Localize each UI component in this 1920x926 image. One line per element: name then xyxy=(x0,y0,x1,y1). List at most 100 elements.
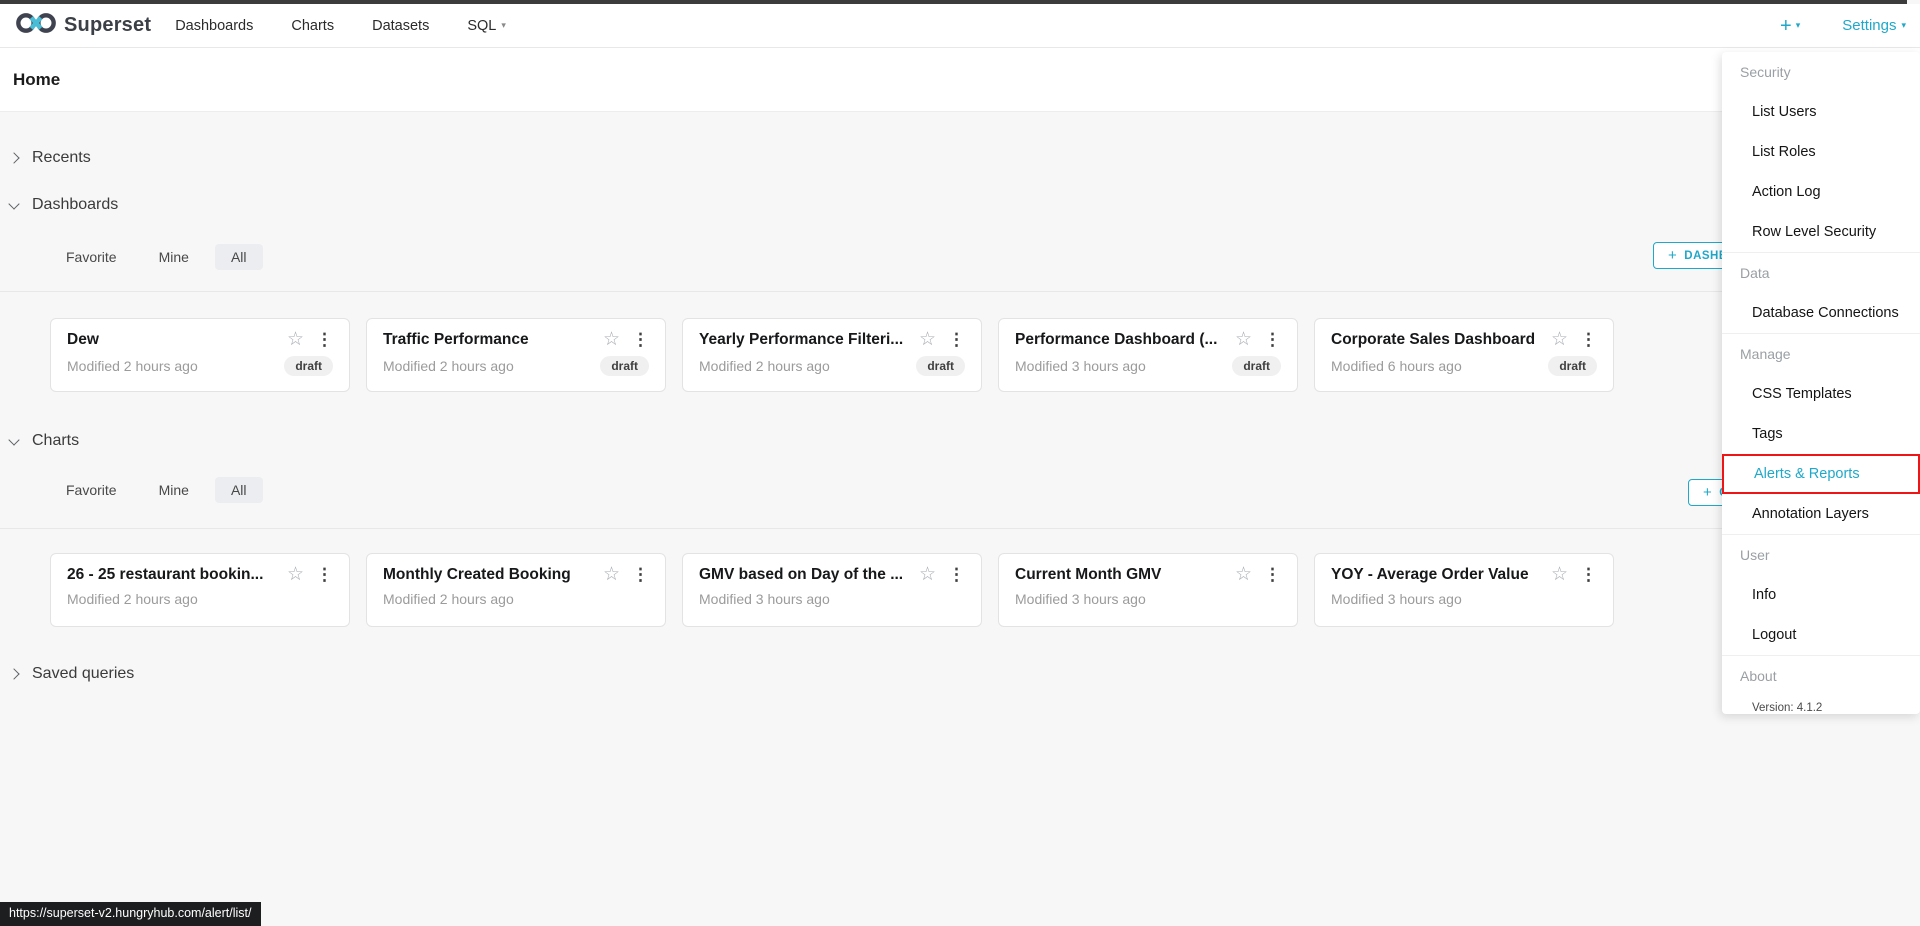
chevron-down-icon xyxy=(8,433,20,446)
favorite-star-icon[interactable]: ☆ xyxy=(287,565,304,584)
menu-item-alerts-reports[interactable]: Alerts & Reports xyxy=(1722,454,1920,494)
draft-badge: draft xyxy=(600,356,649,376)
dashboards-card-row: Dew ☆ ⋮ Modified 2 hours ago draft Traff… xyxy=(50,318,1614,392)
menu-group-security: Security xyxy=(1740,64,1791,80)
favorite-star-icon[interactable]: ☆ xyxy=(287,330,304,349)
tab-mine[interactable]: Mine xyxy=(143,244,205,270)
divider xyxy=(0,291,1920,292)
card-title: Corporate Sales Dashboard xyxy=(1331,330,1536,348)
menu-group-user: User xyxy=(1740,547,1770,563)
nav-item-datasets[interactable]: Datasets xyxy=(353,18,448,34)
brand-title: Superset xyxy=(64,14,152,36)
charts-filter-tabs: Favorite Mine All xyxy=(50,477,263,503)
favorite-star-icon[interactable]: ☆ xyxy=(919,565,936,584)
section-header-dashboards[interactable]: Dashboards xyxy=(8,193,118,217)
section-label-saved-queries: Saved queries xyxy=(32,665,135,682)
kebab-menu-icon[interactable]: ⋮ xyxy=(1264,566,1281,583)
section-header-recents[interactable]: Recents xyxy=(8,146,91,170)
kebab-menu-icon[interactable]: ⋮ xyxy=(632,331,649,348)
new-item-plus-button[interactable]: + ▾ xyxy=(1780,16,1800,36)
card-title: Current Month GMV xyxy=(1015,565,1162,583)
caret-down-icon: ▾ xyxy=(1795,20,1801,30)
favorite-star-icon[interactable]: ☆ xyxy=(1551,565,1568,584)
browser-status-url: https://superset-v2.hungryhub.com/alert/… xyxy=(0,902,262,926)
dashboard-card[interactable]: Traffic Performance ☆ ⋮ Modified 2 hours… xyxy=(366,318,666,392)
menu-item-logout[interactable]: Logout xyxy=(1722,615,1920,655)
chart-card[interactable]: 26 - 25 restaurant bookin... ☆ ⋮ Modifie… xyxy=(50,553,350,627)
menu-group-data: Data xyxy=(1740,265,1770,281)
kebab-menu-icon[interactable]: ⋮ xyxy=(316,331,333,348)
charts-card-row: 26 - 25 restaurant bookin... ☆ ⋮ Modifie… xyxy=(50,553,1614,627)
main-nav: Dashboards Charts Datasets SQL ▾ xyxy=(156,18,525,34)
card-title: GMV based on Day of the ... xyxy=(699,565,904,583)
kebab-menu-icon[interactable]: ⋮ xyxy=(1580,331,1597,348)
dashboard-card[interactable]: Performance Dashboard (... ☆ ⋮ Modified … xyxy=(998,318,1298,392)
favorite-star-icon[interactable]: ☆ xyxy=(603,565,620,584)
tab-favorite[interactable]: Favorite xyxy=(50,477,133,503)
card-title: 26 - 25 restaurant bookin... xyxy=(67,565,264,583)
kebab-menu-icon[interactable]: ⋮ xyxy=(1264,331,1281,348)
nav-item-charts[interactable]: Charts xyxy=(272,18,353,34)
chart-card[interactable]: GMV based on Day of the ... ☆ ⋮ Modified… xyxy=(682,553,982,627)
favorite-star-icon[interactable]: ☆ xyxy=(1235,565,1252,584)
menu-item-database-connections[interactable]: Database Connections xyxy=(1722,293,1920,333)
menu-item-tags[interactable]: Tags xyxy=(1722,414,1920,454)
tab-favorite[interactable]: Favorite xyxy=(50,244,133,270)
favorite-star-icon[interactable]: ☆ xyxy=(603,330,620,349)
nav-item-sql-label: SQL xyxy=(467,17,497,34)
nav-item-sql[interactable]: SQL ▾ xyxy=(448,18,525,34)
version-label: Version: 4.1.2 xyxy=(1752,702,1823,714)
menu-group-manage: Manage xyxy=(1740,346,1791,362)
menu-item-action-log[interactable]: Action Log xyxy=(1722,172,1920,212)
section-label-charts: Charts xyxy=(32,432,80,449)
section-header-saved-queries[interactable]: Saved queries xyxy=(8,662,135,686)
draft-badge: draft xyxy=(916,356,965,376)
modified-label: Modified 3 hours ago xyxy=(1331,591,1462,607)
kebab-menu-icon[interactable]: ⋮ xyxy=(1580,566,1597,583)
menu-item-list-users[interactable]: List Users xyxy=(1722,92,1920,132)
kebab-menu-icon[interactable]: ⋮ xyxy=(632,566,649,583)
superset-home-screen: Superset Dashboards Charts Datasets SQL … xyxy=(0,0,1920,926)
kebab-menu-icon[interactable]: ⋮ xyxy=(948,331,965,348)
page-header-band: Home xyxy=(0,48,1920,112)
nav-item-dashboards[interactable]: Dashboards xyxy=(156,18,272,34)
menu-item-annotation-layers[interactable]: Annotation Layers xyxy=(1722,494,1920,534)
modified-label: Modified 3 hours ago xyxy=(1015,591,1146,607)
chart-card[interactable]: Current Month GMV ☆ ⋮ Modified 3 hours a… xyxy=(998,553,1298,627)
chart-card[interactable]: Monthly Created Booking ☆ ⋮ Modified 2 h… xyxy=(366,553,666,627)
modified-label: Modified 2 hours ago xyxy=(383,591,514,607)
card-title: Performance Dashboard (... xyxy=(1015,330,1218,348)
menu-item-row-level-security[interactable]: Row Level Security xyxy=(1722,212,1920,252)
modified-label: Modified 3 hours ago xyxy=(699,591,830,607)
kebab-menu-icon[interactable]: ⋮ xyxy=(316,566,333,583)
brand-home-link[interactable]: Superset xyxy=(15,10,151,41)
favorite-star-icon[interactable]: ☆ xyxy=(1235,330,1252,349)
draft-badge: draft xyxy=(1232,356,1281,376)
section-label-recents: Recents xyxy=(32,149,91,166)
menu-item-info[interactable]: Info xyxy=(1722,575,1920,615)
favorite-star-icon[interactable]: ☆ xyxy=(919,330,936,349)
menu-item-css-templates[interactable]: CSS Templates xyxy=(1722,374,1920,414)
divider xyxy=(0,528,1920,529)
chart-card[interactable]: YOY - Average Order Value ☆ ⋮ Modified 3… xyxy=(1314,553,1614,627)
favorite-star-icon[interactable]: ☆ xyxy=(1551,330,1568,349)
settings-dropdown-trigger[interactable]: Settings ▾ xyxy=(1842,17,1906,34)
navbar: Superset Dashboards Charts Datasets SQL … xyxy=(0,4,1920,48)
section-header-charts[interactable]: Charts xyxy=(8,429,80,453)
menu-item-list-roles[interactable]: List Roles xyxy=(1722,132,1920,172)
tab-all[interactable]: All xyxy=(214,477,263,503)
chevron-right-icon xyxy=(8,152,20,164)
page-title: Home xyxy=(13,69,61,89)
menu-group-about: About xyxy=(1740,668,1777,684)
chevron-right-icon xyxy=(8,668,20,680)
dashboard-card[interactable]: Corporate Sales Dashboard ☆ ⋮ Modified 6… xyxy=(1314,318,1614,392)
dashboard-card[interactable]: Dew ☆ ⋮ Modified 2 hours ago draft xyxy=(50,318,350,392)
modified-label: Modified 2 hours ago xyxy=(67,358,198,374)
dashboard-card[interactable]: Yearly Performance Filteri... ☆ ⋮ Modifi… xyxy=(682,318,982,392)
tab-mine[interactable]: Mine xyxy=(143,477,205,503)
card-title: YOY - Average Order Value xyxy=(1331,565,1529,583)
modified-label: Modified 2 hours ago xyxy=(67,591,198,607)
kebab-menu-icon[interactable]: ⋮ xyxy=(948,566,965,583)
tab-all[interactable]: All xyxy=(214,244,263,270)
dashboards-filter-tabs: Favorite Mine All xyxy=(50,244,263,270)
